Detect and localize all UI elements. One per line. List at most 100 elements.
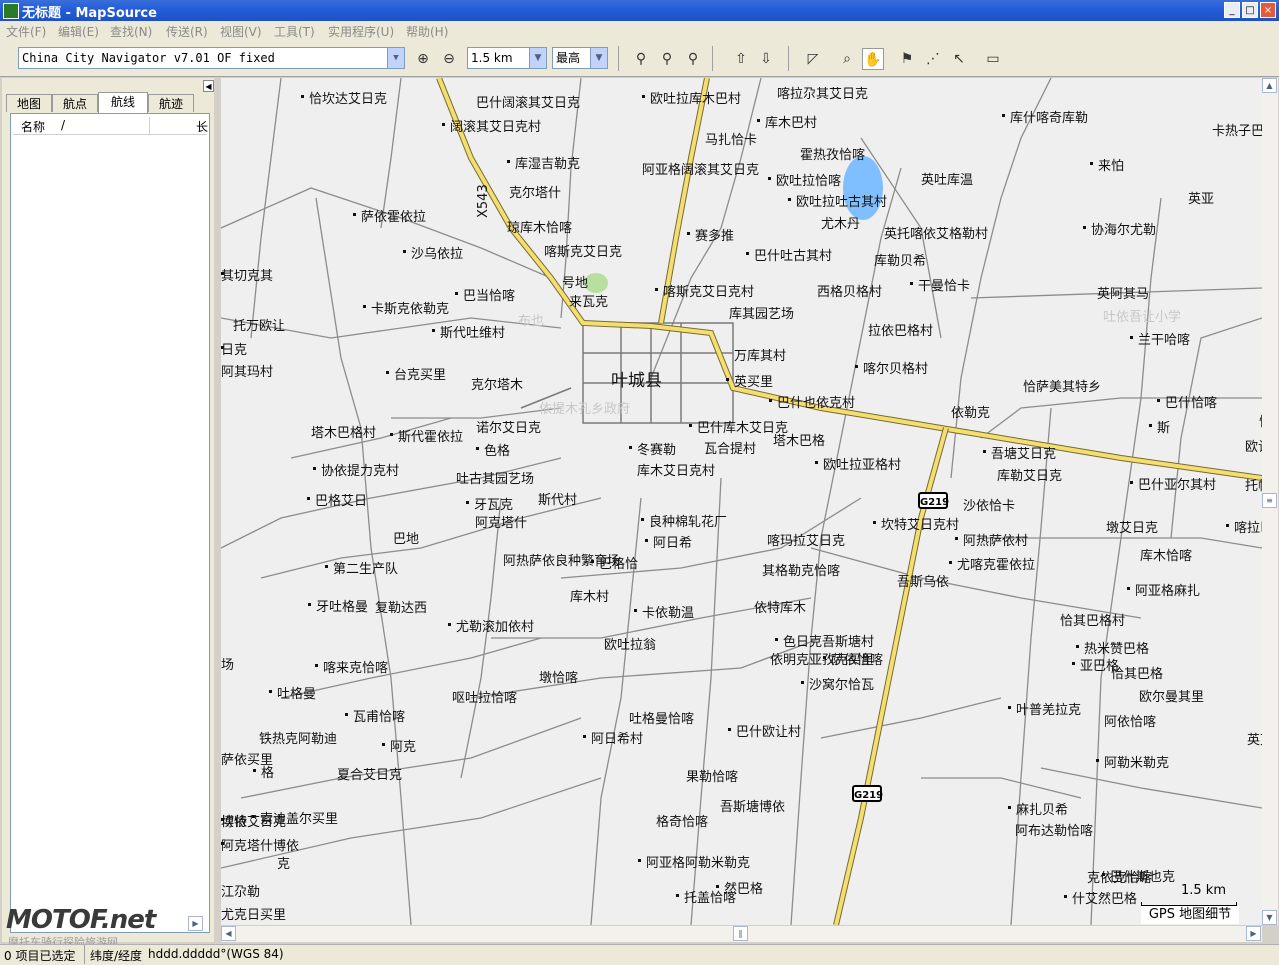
map-product-select[interactable]: China City Navigator v7.01 OF fixed ▼ — [18, 47, 405, 69]
place-label[interactable]: 库木村 — [570, 586, 609, 605]
place-label[interactable]: 恰萨美其特乡 — [1023, 376, 1101, 395]
place-label[interactable]: 巴当恰喀 — [463, 285, 515, 304]
place-marker-icon[interactable] — [448, 623, 451, 626]
place-label[interactable]: 索迪盖尔买里 — [260, 808, 338, 827]
place-marker-icon[interactable] — [1130, 336, 1133, 339]
place-marker-icon[interactable] — [801, 681, 804, 684]
place-label[interactable]: 库木恰喀 — [1140, 545, 1192, 564]
place-marker-icon[interactable] — [645, 539, 648, 542]
place-label[interactable]: 阿热萨依村 — [963, 530, 1028, 549]
map-tool-icon[interactable]: ◸ — [802, 48, 824, 70]
place-label[interactable]: 阿亚格麻扎 — [1135, 580, 1200, 599]
place-marker-icon[interactable] — [687, 232, 690, 235]
place-label[interactable]: 琼库木恰喀 — [507, 217, 572, 236]
scroll-thumb[interactable]: ≡ — [1262, 493, 1277, 508]
place-label[interactable]: 阿日希 — [653, 532, 692, 551]
route-list[interactable]: 名称 / 长 — [10, 113, 210, 933]
place-label[interactable]: 尤木丹 — [821, 213, 860, 232]
place-label[interactable]: 阿日希村 — [591, 728, 643, 747]
place-marker-icon[interactable] — [638, 859, 641, 862]
collapse-panel-icon[interactable]: ◀ — [203, 80, 214, 92]
place-label[interactable]: 巴什欧让村 — [736, 721, 801, 740]
place-label[interactable]: 欧吐拉库木巴村 — [650, 88, 741, 107]
place-label[interactable]: 斯代霍依拉 — [398, 426, 463, 445]
place-label[interactable]: 依特库木 — [754, 597, 806, 616]
scroll-left-icon[interactable]: ◀ — [221, 926, 236, 941]
place-label[interactable]: 墩恰喀 — [539, 667, 578, 686]
place-label[interactable]: 吾塘艾日克 — [991, 443, 1056, 462]
place-label[interactable]: 叶普羌拉克 — [1016, 699, 1081, 718]
place-label[interactable]: 牙吐格曼 — [316, 596, 368, 615]
place-marker-icon[interactable] — [788, 198, 791, 201]
place-label[interactable]: 喀拉巴格村 — [1234, 517, 1262, 536]
place-label[interactable]: 斯代村 — [538, 489, 577, 508]
place-marker-icon[interactable] — [873, 521, 876, 524]
place-label[interactable]: 喀斯克艾日克 — [544, 241, 622, 260]
place-marker-icon[interactable] — [746, 252, 749, 255]
place-marker-icon[interactable] — [955, 537, 958, 540]
place-label[interactable]: 吐古其园艺场 — [456, 468, 534, 487]
place-label[interactable]: 库湿吉勒克 — [515, 153, 580, 172]
place-label[interactable]: 其格勒克恰喀 — [762, 560, 840, 579]
place-label[interactable]: 沙窝尔恰瓦 — [809, 674, 874, 693]
place-label[interactable]: 英亚 — [1188, 188, 1214, 207]
place-marker-icon[interactable] — [1064, 895, 1067, 898]
place-marker-icon[interactable] — [855, 365, 858, 368]
place-marker-icon[interactable] — [1226, 524, 1229, 527]
place-marker-icon[interactable] — [1076, 645, 1079, 648]
place-marker-icon[interactable] — [1008, 806, 1011, 809]
place-label[interactable]: 塔木巴格村 — [311, 422, 376, 441]
place-label[interactable]: 卡斯克依勒克 — [371, 298, 449, 317]
place-label[interactable]: 巴什也依克村 — [777, 392, 855, 411]
place-marker-icon[interactable] — [363, 305, 366, 308]
place-label[interactable]: 库木艾日克村 — [637, 460, 715, 479]
place-label[interactable]: 夏合艾日克 — [337, 764, 402, 783]
place-label[interactable]: 兰干哈喀 — [1138, 329, 1190, 348]
place-label[interactable]: 阿克 — [390, 736, 416, 755]
place-marker-icon[interactable] — [726, 378, 729, 381]
menu-view[interactable]: 视图(V) — [220, 23, 262, 40]
minimize-button[interactable]: _ — [1224, 2, 1240, 18]
vertical-scrollbar[interactable]: ▲ ≡ ▼ — [1262, 78, 1278, 925]
place-label[interactable]: 依勒克 — [951, 402, 990, 421]
place-marker-icon[interactable] — [466, 501, 469, 504]
measure-ruler-icon[interactable]: ▭ — [982, 48, 1004, 70]
place-label[interactable]: 吾斯乌依 — [897, 571, 949, 590]
menu-utilities[interactable]: 实用程序(U) — [328, 23, 394, 40]
place-label[interactable]: 吐格曼 — [277, 683, 316, 702]
zoom-scale-select[interactable]: 1.5 km ▼ — [467, 47, 547, 69]
place-marker-icon[interactable] — [1157, 399, 1160, 402]
place-marker-icon[interactable] — [1083, 226, 1086, 229]
place-label[interactable]: 麻扎贝希 — [1016, 799, 1068, 818]
place-marker-icon[interactable] — [353, 213, 356, 216]
place-marker-icon[interactable] — [1072, 662, 1075, 665]
place-marker-icon[interactable] — [775, 638, 778, 641]
place-label[interactable]: 博依 — [221, 811, 247, 830]
place-marker-icon[interactable] — [221, 272, 224, 275]
place-label[interactable]: 巴什吐古其村 — [754, 245, 832, 264]
place-marker-icon[interactable] — [823, 656, 826, 659]
menu-find[interactable]: 查找(N) — [110, 23, 152, 40]
place-label[interactable]: 西格贝格村 — [817, 281, 882, 300]
scroll-thumb[interactable]: ‖ — [733, 926, 748, 941]
place-label[interactable]: 万库其村 — [734, 345, 786, 364]
place-label[interactable]: 英吐库温 — [921, 169, 973, 188]
place-label[interactable]: 喀来克恰喀 — [323, 657, 388, 676]
tab-tracks[interactable]: 航迹 — [148, 94, 194, 112]
binoculars-find-icon[interactable]: ⚲ — [630, 48, 652, 70]
place-marker-icon[interactable] — [313, 467, 316, 470]
place-marker-icon[interactable] — [1090, 162, 1093, 165]
place-label[interactable]: 霍热孜恰喀 — [800, 144, 865, 163]
place-marker-icon[interactable] — [655, 288, 658, 291]
place-label[interactable]: 吐格曼恰喀 — [629, 708, 694, 727]
scroll-down-icon[interactable]: ▼ — [1262, 910, 1277, 925]
place-label[interactable]: 萨依恰喀 — [831, 649, 883, 668]
place-label[interactable]: 尤喀克霍依拉 — [957, 554, 1035, 573]
place-label[interactable]: 卡热子巴 — [1212, 120, 1262, 139]
place-marker-icon[interactable] — [269, 690, 272, 693]
place-label[interactable]: 瓦甫恰喀 — [353, 706, 405, 725]
column-length[interactable]: 长 — [196, 118, 208, 135]
place-marker-icon[interactable] — [949, 561, 952, 564]
place-label[interactable]: 瓦合提村 — [704, 438, 756, 457]
place-label[interactable]: 托万欧让 — [233, 315, 285, 334]
